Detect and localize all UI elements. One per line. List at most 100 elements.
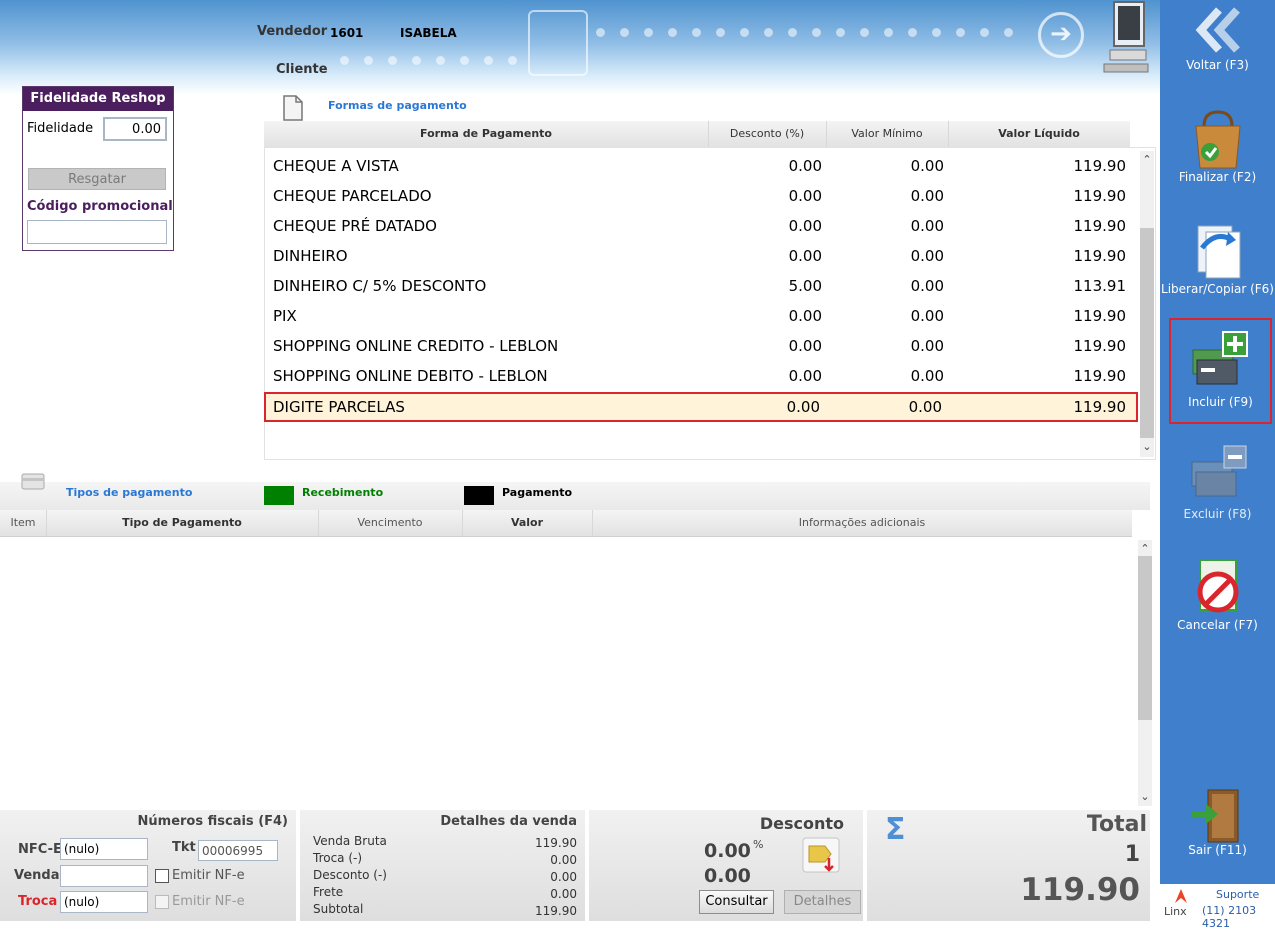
scroll-down-icon[interactable]: ⌄	[1138, 790, 1152, 803]
row-minimo: 0.00	[910, 277, 944, 295]
discount-tag-icon[interactable]	[801, 836, 841, 874]
row-liquido: 119.90	[1073, 398, 1127, 416]
row-forma: PIX	[273, 307, 297, 325]
recebimento-legend: Recebimento	[302, 486, 384, 499]
row-liquido: 119.90	[1073, 367, 1127, 385]
fidelidade-label: Fidelidade	[27, 121, 94, 136]
row-desconto: 0.00	[786, 398, 820, 416]
troca-input[interactable]: (nulo)	[60, 891, 148, 913]
table-row[interactable]: PIX 0.00 0.00 119.90	[264, 301, 1138, 331]
col-forma-pagamento[interactable]: Forma de Pagamento	[264, 121, 709, 147]
row-liquido: 119.90	[1073, 337, 1127, 355]
col-vencimento[interactable]: Vencimento	[318, 510, 463, 536]
col-valor[interactable]: Valor	[462, 510, 593, 536]
row-liquido: 119.90	[1073, 157, 1127, 175]
row-minimo: 0.00	[910, 187, 944, 205]
row-minimo: 0.00	[910, 247, 944, 265]
voltar-label: Voltar (F3)	[1186, 58, 1249, 72]
detalhes-title: Detalhes da venda	[440, 814, 577, 829]
promo-input[interactable]	[27, 220, 167, 244]
row-liquido: 119.90	[1073, 187, 1127, 205]
detalhes-button[interactable]: Detalhes	[784, 890, 861, 914]
tipos-table-body	[0, 538, 1138, 806]
forward-arrow-icon: ➔	[1038, 12, 1084, 58]
row-minimo: 0.00	[910, 157, 944, 175]
venda-label: Venda	[14, 868, 60, 883]
row-minimo: 0.00	[910, 367, 944, 385]
incluir-label: Incluir (F9)	[1188, 395, 1253, 409]
table-row[interactable]: DINHEIRO 0.00 0.00 119.90	[264, 241, 1138, 271]
row-minimo: 0.00	[910, 337, 944, 355]
row-desconto: 0.00	[788, 217, 822, 235]
scroll-up-icon[interactable]: ⌃	[1138, 542, 1152, 555]
row-liquido: 119.90	[1073, 217, 1127, 235]
row-forma: DIGITE PARCELAS	[273, 398, 405, 416]
tipos-scroll-thumb[interactable]	[1138, 556, 1152, 720]
scroll-up-icon[interactable]: ⌃	[1140, 153, 1154, 166]
header-band: ➔	[0, 0, 1160, 95]
venda-bruta-value: 119.90	[535, 836, 577, 850]
table-row[interactable]: DINHEIRO C/ 5% DESCONTO 5.00 0.00 113.91	[264, 271, 1138, 301]
finalizar-label: Finalizar (F2)	[1178, 170, 1257, 184]
remove-payment-icon	[1191, 445, 1247, 497]
total-panel: Σ Total 1 119.90	[867, 810, 1150, 921]
table-row[interactable]: SHOPPING ONLINE DEBITO - LEBLON 0.00 0.00 1…	[264, 361, 1138, 391]
sair-button[interactable]: Sair (F11)	[1160, 780, 1275, 890]
subtotal-value: 119.90	[535, 904, 577, 918]
frete-label: Frete	[313, 885, 344, 899]
fidelidade-title: Fidelidade Reshop	[23, 87, 173, 111]
col-tipo-pagamento[interactable]: Tipo de Pagamento	[46, 510, 319, 536]
table-row[interactable]: SHOPPING ONLINE CREDITO - LEBLON 0.00 0.00…	[264, 331, 1138, 361]
desconto-detalhe-label: Desconto (-)	[313, 868, 387, 882]
row-minimo: 0.00	[910, 217, 944, 235]
cancel-icon	[1197, 559, 1239, 613]
cancelar-label: Cancelar (F7)	[1177, 618, 1258, 632]
troca-label: Troca	[18, 894, 58, 909]
formas-scroll-thumb[interactable]	[1140, 228, 1154, 438]
tkt-input[interactable]: 00006995	[198, 840, 278, 861]
emitir-nfe-checkbox[interactable]	[155, 869, 169, 883]
back-chevron-icon	[1195, 7, 1240, 53]
sair-label: Sair (F11)	[1188, 843, 1247, 857]
fiscais-title: Números fiscais (F4)	[137, 814, 288, 829]
col-valor-liquido[interactable]: Valor Líquido	[948, 121, 1130, 147]
percent-sign: %	[753, 838, 764, 851]
total-quantity: 1	[1124, 842, 1140, 867]
row-desconto: 0.00	[788, 157, 822, 175]
scroll-down-icon[interactable]: ⌄	[1140, 440, 1154, 453]
tipos-section-title: Tipos de pagamento	[66, 486, 193, 499]
col-item[interactable]: Item	[0, 510, 47, 536]
resgatar-button[interactable]: Resgatar	[28, 168, 166, 190]
emitir-nfe-troca-checkbox[interactable]	[155, 895, 169, 909]
row-desconto: 0.00	[788, 337, 822, 355]
cancelar-button[interactable]: Cancelar (F7)	[1160, 552, 1275, 662]
header-decor-frame	[528, 10, 588, 76]
fidelidade-input[interactable]: 0.00	[103, 117, 167, 141]
nfce-input[interactable]: (nulo)	[60, 838, 148, 860]
voltar-button[interactable]: Voltar (F3)	[1160, 0, 1275, 110]
cliente-label[interactable]: Cliente	[276, 62, 328, 77]
row-liquido: 119.90	[1073, 307, 1127, 325]
col-desconto[interactable]: Desconto (%)	[708, 121, 827, 147]
promo-label: Código promocional	[27, 199, 173, 214]
table-row-selected[interactable]: DIGITE PARCELAS 0.00 0.00 119.90	[264, 392, 1138, 422]
table-row[interactable]: CHEQUE PRÉ DATADO 0.00 0.00 119.90	[264, 211, 1138, 241]
table-row[interactable]: CHEQUE A VISTA 0.00 0.00 119.90	[264, 151, 1138, 181]
recebimento-swatch	[264, 486, 294, 505]
row-desconto: 5.00	[788, 277, 822, 295]
troca-detalhe-label: Troca (-)	[313, 851, 363, 865]
excluir-button[interactable]: Excluir (F8)	[1160, 436, 1275, 546]
table-row[interactable]: CHEQUE PARCELADO 0.00 0.00 119.90	[264, 181, 1138, 211]
finalizar-button[interactable]: Finalizar (F2)	[1160, 104, 1275, 214]
computer-icon	[1100, 0, 1150, 80]
tipos-table-header: Item Tipo de Pagamento Vencimento Valor …	[0, 510, 1132, 537]
subtotal-label: Subtotal	[313, 902, 364, 916]
venda-input[interactable]	[60, 865, 148, 887]
liberar-copiar-button[interactable]: Liberar/Copiar (F6)	[1160, 214, 1275, 324]
col-valor-minimo[interactable]: Valor Mínimo	[826, 121, 949, 147]
incluir-button[interactable]: Incluir (F9)	[1169, 318, 1272, 424]
consultar-button[interactable]: Consultar	[699, 890, 774, 914]
suporte-phone: (11) 2103 4321	[1202, 904, 1257, 930]
col-informacoes[interactable]: Informações adicionais	[592, 510, 1132, 536]
liberar-label: Liberar/Copiar (F6)	[1161, 282, 1274, 296]
